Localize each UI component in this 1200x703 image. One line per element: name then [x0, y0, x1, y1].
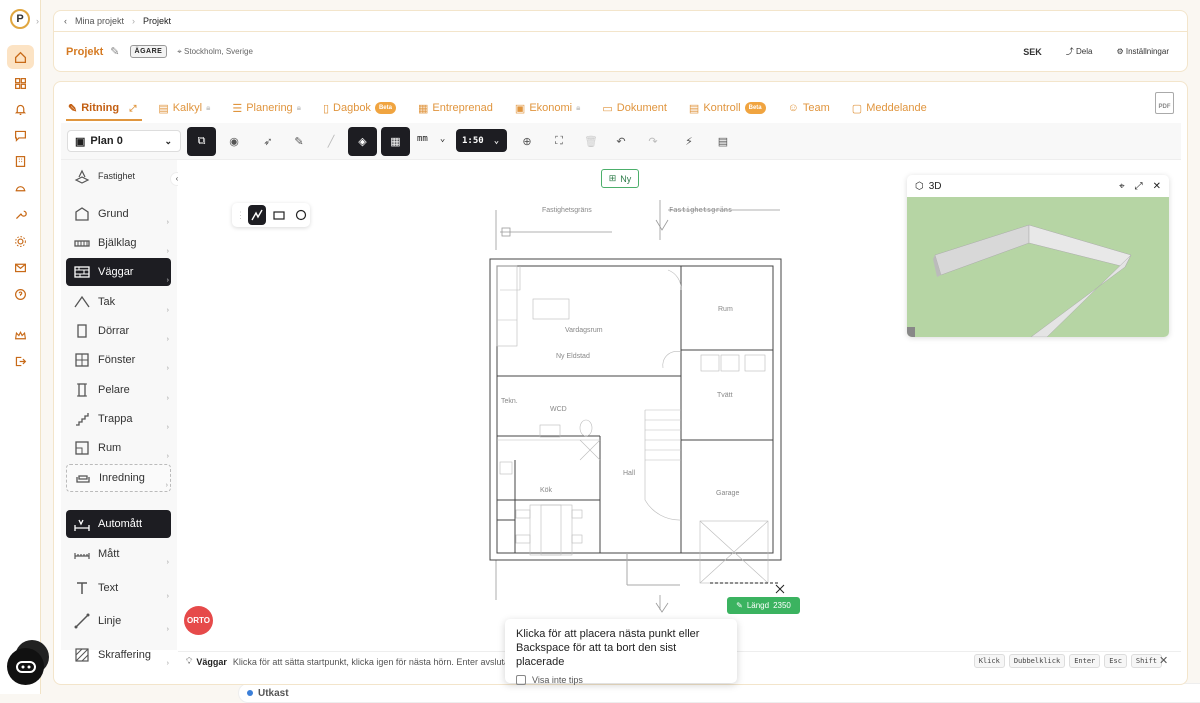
circle-mode-button[interactable]: [292, 205, 310, 225]
3d-panel-title: 3D: [928, 180, 942, 192]
chat-support-icon: [15, 660, 36, 673]
3d-preview-panel: ⬡ 3D ⌖ ⤢ ✕: [907, 175, 1169, 337]
boundary-label: Fastighetsgräns: [669, 206, 732, 214]
room-label: Kök: [540, 487, 553, 494]
tip-line: Backspace för att ta bort den sist place…: [516, 642, 677, 668]
room-label: Hall: [623, 470, 636, 477]
cursor-cross-icon: [775, 584, 785, 594]
polyline-icon: [251, 209, 263, 221]
checkbox-label: Visa inte tips: [532, 675, 583, 685]
dont-show-tips-checkbox[interactable]: Visa inte tips: [516, 673, 726, 687]
support-chat-button[interactable]: [7, 648, 44, 685]
key-hint: Dubbelklick: [1008, 654, 1066, 668]
pencil-icon: ✎: [736, 601, 743, 610]
tip-line: Klicka för att placera nästa punkt eller: [516, 628, 700, 640]
room-label: WCD: [550, 406, 567, 413]
property-boundary-lines: [495, 200, 780, 613]
expand-icon[interactable]: ⤢: [1135, 181, 1143, 192]
new-label: Ny: [620, 173, 632, 184]
interior-details: [496, 265, 769, 584]
house-walls: [489, 258, 782, 586]
3d-viewport[interactable]: [907, 197, 1169, 337]
circle-icon: [295, 209, 307, 221]
3d-wall-model: [907, 224, 1132, 337]
ortho-toggle-button[interactable]: ORTO: [184, 606, 213, 635]
room-label: Ny Eldstad: [556, 353, 590, 360]
new-plan-button[interactable]: ⊞ Ny: [601, 169, 639, 188]
room-label: Vardagsrum: [565, 327, 603, 334]
room-label: Tvätt: [717, 392, 733, 399]
floor-plan[interactable]: Fastighetsgräns Fastighetsgräns Vardagsr…: [0, 0, 1200, 694]
3d-panel-header: ⬡ 3D ⌖ ⤢ ✕: [907, 175, 1169, 197]
room-label: Rum: [718, 306, 733, 313]
rectangle-icon: [273, 211, 285, 220]
tip-popover: Klicka för att placera nästa punkt eller…: [505, 619, 737, 685]
plus-square-icon: ⊞: [608, 173, 617, 183]
status-mode: Väggar: [196, 656, 227, 667]
key-hint: Esc: [1104, 654, 1127, 668]
draw-mode-popover: ⋮: [232, 203, 310, 227]
drag-handle-icon[interactable]: ⋮: [236, 210, 245, 221]
close-icon[interactable]: ✕: [1153, 181, 1161, 192]
room-label: Garage: [716, 490, 739, 497]
polyline-mode-button[interactable]: [248, 205, 266, 225]
recenter-icon[interactable]: ⌖: [1119, 181, 1125, 192]
key-hint: Enter: [1069, 654, 1101, 668]
key-hint: Klick: [973, 654, 1005, 668]
boundary-label: Fastighetsgräns: [542, 207, 592, 214]
close-icon[interactable]: ✕: [1159, 654, 1168, 667]
cube-icon: ⬡: [915, 180, 924, 192]
checkbox-icon: [516, 675, 526, 685]
keyboard-shortcuts: Klick Dubbelklick Enter Esc Shift: [973, 654, 1162, 668]
room-label: Tekn.: [501, 398, 518, 405]
rectangle-mode-button[interactable]: [270, 205, 288, 225]
length-label: Längd: [746, 601, 770, 610]
length-value: 2350: [773, 601, 791, 610]
length-indicator: ✎ Längd 2350: [727, 597, 800, 614]
room-labels: Fastighetsgräns Fastighetsgräns Vardagsr…: [501, 206, 739, 497]
key-hint: Shift: [1130, 654, 1162, 668]
lightbulb-icon: 💡︎: [186, 656, 193, 666]
